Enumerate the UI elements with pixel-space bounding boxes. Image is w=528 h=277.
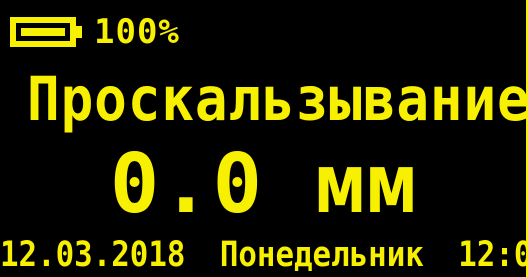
measurement-reading: 0.0 мм [109, 137, 419, 232]
mode-title: Проскальзывание [27, 64, 528, 135]
date-time-footer: 12.03.2018 Понедельник 12:01 [0, 235, 528, 275]
device-screen: 100% Проскальзывание 0.0 мм 12.03.2018 П… [0, 0, 528, 277]
status-bar: 100% [10, 10, 180, 54]
battery-percentage: 100% [94, 12, 180, 52]
date-label: 12.03.2018 [0, 235, 186, 275]
time-label: 12:01 [458, 235, 528, 275]
battery-icon [10, 17, 76, 47]
battery-tip [76, 26, 82, 38]
battery-level-fill [21, 28, 65, 36]
weekday-label: Понедельник [219, 235, 424, 275]
